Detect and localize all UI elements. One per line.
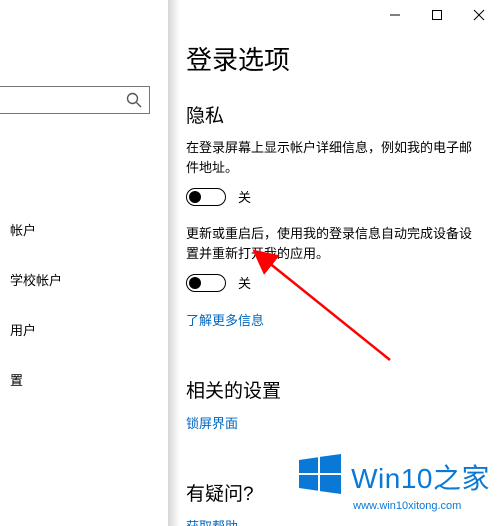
toggle-switch-account-details[interactable]	[186, 188, 226, 206]
sidebar-shadow	[168, 0, 180, 526]
search-input[interactable]	[0, 86, 150, 114]
page-title: 登录选项	[186, 40, 486, 77]
toggle-show-account-details: 关	[186, 187, 486, 206]
toggle-switch-auto-signin[interactable]	[186, 274, 226, 292]
privacy-item1-desc: 在登录屏幕上显示帐户详细信息，例如我的电子邮件地址。	[186, 138, 476, 177]
sidebar-item-label: 用户	[10, 323, 36, 338]
get-help-link[interactable]: 获取帮助	[186, 516, 238, 526]
sidebar-item-school-account[interactable]: 学校帐户	[0, 263, 168, 299]
privacy-heading: 隐私	[186, 101, 486, 128]
window-controls	[374, 0, 500, 30]
related-heading: 相关的设置	[186, 376, 486, 403]
maximize-button[interactable]	[416, 0, 458, 30]
sidebar-item-label: 置	[10, 373, 23, 388]
sidebar-item-accounts[interactable]: 帐户	[0, 213, 168, 249]
lockscreen-link[interactable]: 锁屏界面	[186, 413, 238, 432]
close-button[interactable]	[458, 0, 500, 30]
sidebar-item-label: 帐户	[10, 223, 36, 238]
learn-more-link[interactable]: 了解更多信息	[186, 310, 264, 329]
sidebar-item-label: 学校帐户	[10, 273, 62, 288]
search-icon	[125, 91, 143, 109]
toggle-state-label: 关	[238, 187, 251, 206]
watermark-text: Win10之家	[351, 457, 490, 497]
toggle-auto-signin: 关	[186, 273, 486, 292]
toggle-knob	[189, 191, 201, 203]
toggle-state-label: 关	[238, 273, 251, 292]
sidebar-item-settings[interactable]: 置	[0, 363, 168, 399]
sidebar-item-users[interactable]: 用户	[0, 313, 168, 349]
privacy-item2-desc: 更新或重启后，使用我的登录信息自动完成设备设置并重新打开我的应用。	[186, 224, 476, 263]
toggle-knob	[189, 277, 201, 289]
minimize-button[interactable]	[374, 0, 416, 30]
windows-logo-icon	[297, 451, 343, 502]
watermark: Win10之家 www.win10xitong.com	[297, 451, 490, 512]
watermark-url: www.win10xitong.com	[353, 500, 490, 512]
settings-sidebar: 帐户 学校帐户 用户 置	[0, 0, 168, 526]
